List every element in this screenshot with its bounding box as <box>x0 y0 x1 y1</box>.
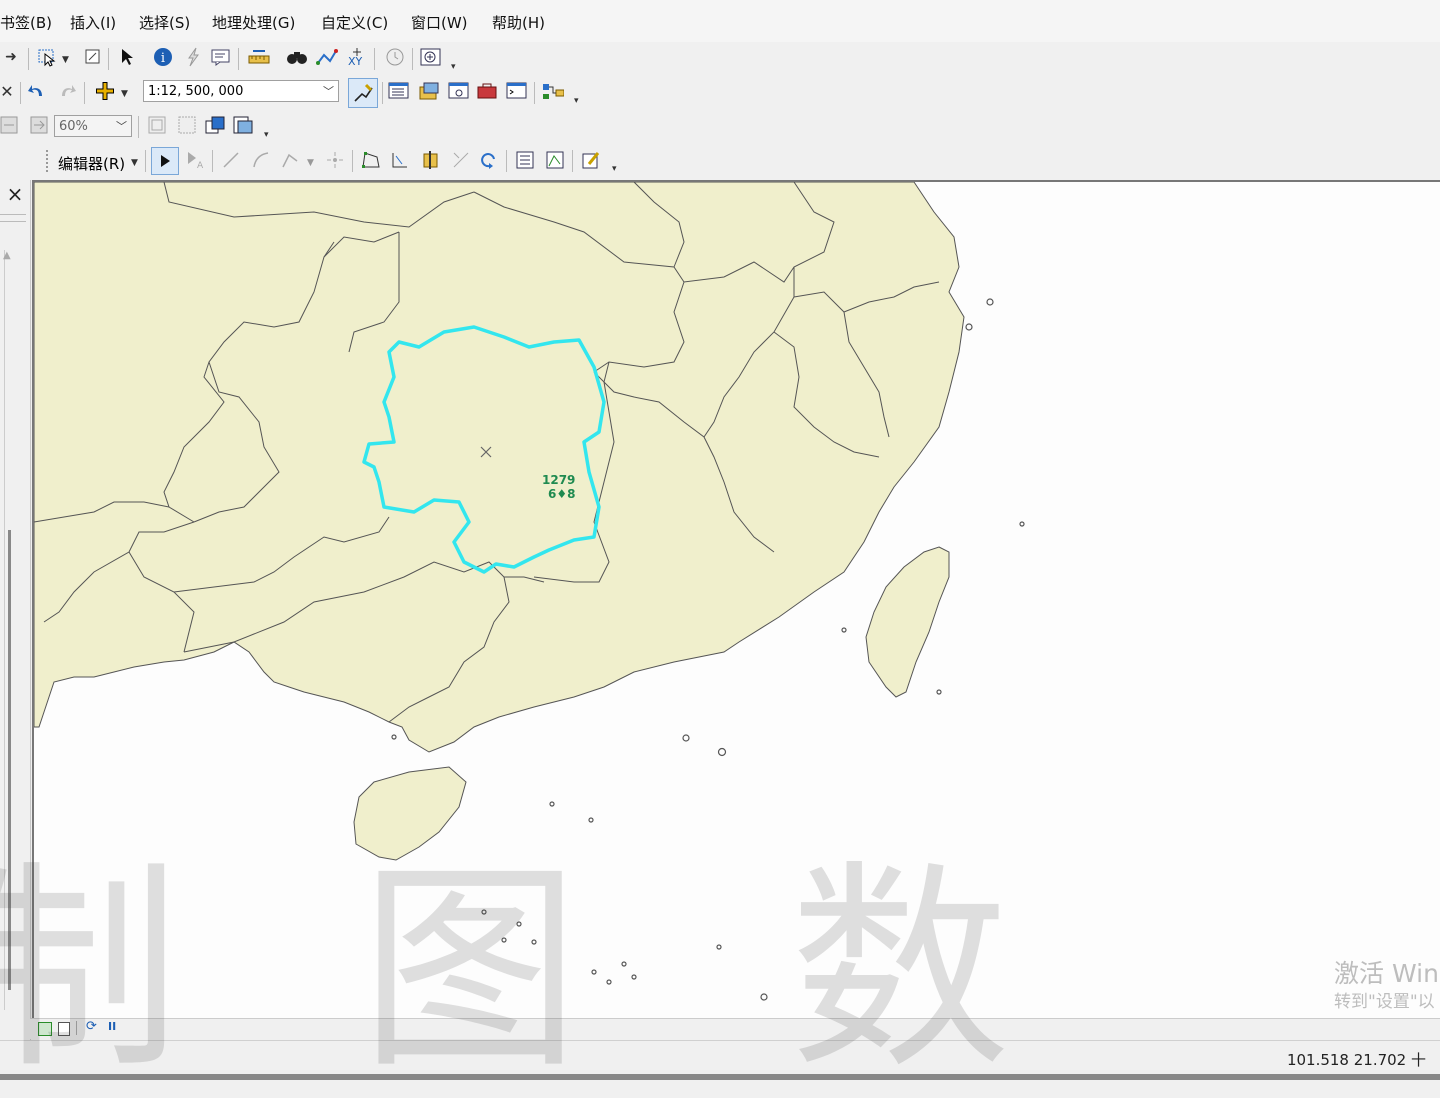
model-builder-icon[interactable] <box>542 80 564 102</box>
rotate-icon[interactable] <box>478 149 500 171</box>
menu-insert[interactable]: 插入(I) <box>70 12 116 33</box>
watermark-char-3: 数 <box>790 842 1011 1098</box>
edit-annotation-icon[interactable]: A <box>184 149 206 171</box>
editor-menu[interactable]: 编辑器(R) <box>58 153 125 174</box>
editor-toolbar-icon[interactable] <box>348 78 378 108</box>
scroll-up-icon[interactable]: ▲ <box>3 250 11 261</box>
status-bar: 101.518 21.702 十 <box>0 1040 1440 1075</box>
create-features-icon[interactable] <box>580 149 602 171</box>
menu-bookmarks[interactable]: 书签(B) <box>0 12 52 33</box>
toolbar-options-icon[interactable]: ▾ <box>451 62 456 72</box>
identify-icon[interactable]: i <box>152 46 174 68</box>
trace-icon[interactable] <box>280 149 302 171</box>
table-of-contents-icon[interactable] <box>388 80 410 102</box>
change-layout-icon[interactable] <box>204 114 226 136</box>
watermark-char-2: 图 <box>360 842 581 1098</box>
undo-icon[interactable] <box>26 80 48 102</box>
scale-value: 1:12, 500, 000 <box>148 84 244 99</box>
python-window-icon[interactable] <box>506 80 528 102</box>
select-features-icon[interactable] <box>36 46 58 68</box>
cut-polygons-icon[interactable] <box>420 149 442 171</box>
tools-toolbar: ➜ ▼ i XY ▾ <box>0 42 1440 76</box>
delete-icon[interactable]: ✕ <box>0 80 18 102</box>
chevron-down-icon[interactable]: ﹀ <box>116 116 127 138</box>
menu-windows[interactable]: 窗口(W) <box>411 12 468 33</box>
layout-zoom-combo[interactable]: 60% ﹀ <box>54 115 132 137</box>
menu-customize[interactable]: 自定义(C) <box>321 12 388 33</box>
reshape-feature-icon[interactable] <box>390 149 412 171</box>
zoom-whole-page-icon[interactable] <box>0 114 20 136</box>
attributes-icon[interactable] <box>514 149 536 171</box>
menu-bar: 书签(B) 插入(I) 选择(S) 地理处理(G) 自定义(C) 窗口(W) 帮… <box>0 0 1440 42</box>
windows-activation-notice: 激活 Win 转到"设置"以 <box>1334 959 1439 1012</box>
clear-selection-icon[interactable] <box>82 46 104 68</box>
cursor-coordinates: 101.518 21.702 十 <box>1286 1051 1426 1069</box>
layout-toolbar: 60% ﹀ ▾ <box>0 110 1440 144</box>
hyperlink-icon[interactable] <box>182 46 204 68</box>
time-slider-icon[interactable] <box>384 46 406 68</box>
menu-selection[interactable]: 选择(S) <box>139 12 190 33</box>
svg-text:1279: 1279 <box>542 473 575 487</box>
catalog-window-icon[interactable] <box>418 80 440 102</box>
go-forward-icon[interactable]: ➜ <box>0 46 22 68</box>
sketch-properties-icon[interactable] <box>544 149 566 171</box>
html-popup-icon[interactable] <box>210 46 232 68</box>
redo-icon[interactable] <box>56 80 78 102</box>
data-driven-pages-icon[interactable] <box>232 114 254 136</box>
split-icon[interactable] <box>450 149 472 171</box>
search-window-icon[interactable] <box>448 80 470 102</box>
mainland-land <box>34 182 965 753</box>
magnifier-window-icon[interactable] <box>420 46 442 68</box>
focus-data-frame-icon[interactable] <box>176 114 198 136</box>
pan-page-icon[interactable] <box>28 114 50 136</box>
svg-text:6♦8: 6♦8 <box>548 487 575 501</box>
taiwan-island <box>865 546 950 698</box>
find-route-icon[interactable] <box>316 46 338 68</box>
measure-icon[interactable] <box>248 46 270 68</box>
svg-text:i: i <box>161 51 165 66</box>
svg-text:A: A <box>197 161 204 170</box>
close-icon[interactable]: × <box>0 180 30 208</box>
scale-combo[interactable]: 1:12, 500, 000 ﹀ <box>143 80 339 102</box>
menu-geoprocessing[interactable]: 地理处理(G) <box>212 12 295 33</box>
map-canvas[interactable]: 1279 6♦8 <box>34 182 1440 1020</box>
arctoolbox-icon[interactable] <box>476 80 498 102</box>
go-to-xy-icon[interactable]: XY <box>346 46 368 68</box>
view-switch-bar: ⟳ II <box>30 1018 1440 1039</box>
edit-tool-icon[interactable] <box>151 147 179 175</box>
svg-text:XY: XY <box>348 55 363 67</box>
edit-vertices-icon[interactable] <box>360 149 382 171</box>
watermark-char-1: 制 <box>0 842 181 1098</box>
standard-toolbar: ✕ ▼ 1:12, 500, 000 ﹀ ▾ <box>0 76 1440 110</box>
feature-label: 1279 6♦8 <box>542 473 575 501</box>
select-elements-icon[interactable] <box>116 46 138 68</box>
chevron-down-icon[interactable]: ﹀ <box>323 81 334 103</box>
toggle-draft-mode-icon[interactable] <box>146 114 168 136</box>
add-data-icon[interactable] <box>94 80 116 102</box>
end-point-arc-icon[interactable] <box>250 149 272 171</box>
find-icon[interactable] <box>286 46 308 68</box>
point-icon[interactable] <box>324 149 346 171</box>
map-view[interactable]: 1279 6♦8 <box>32 180 1440 1020</box>
zoom-value: 60% <box>59 119 88 134</box>
editor-toolbar: 编辑器(R) ▼ A ▼ ▾ <box>0 144 1440 178</box>
menu-help[interactable]: 帮助(H) <box>492 12 545 33</box>
straight-segment-icon[interactable] <box>220 149 242 171</box>
